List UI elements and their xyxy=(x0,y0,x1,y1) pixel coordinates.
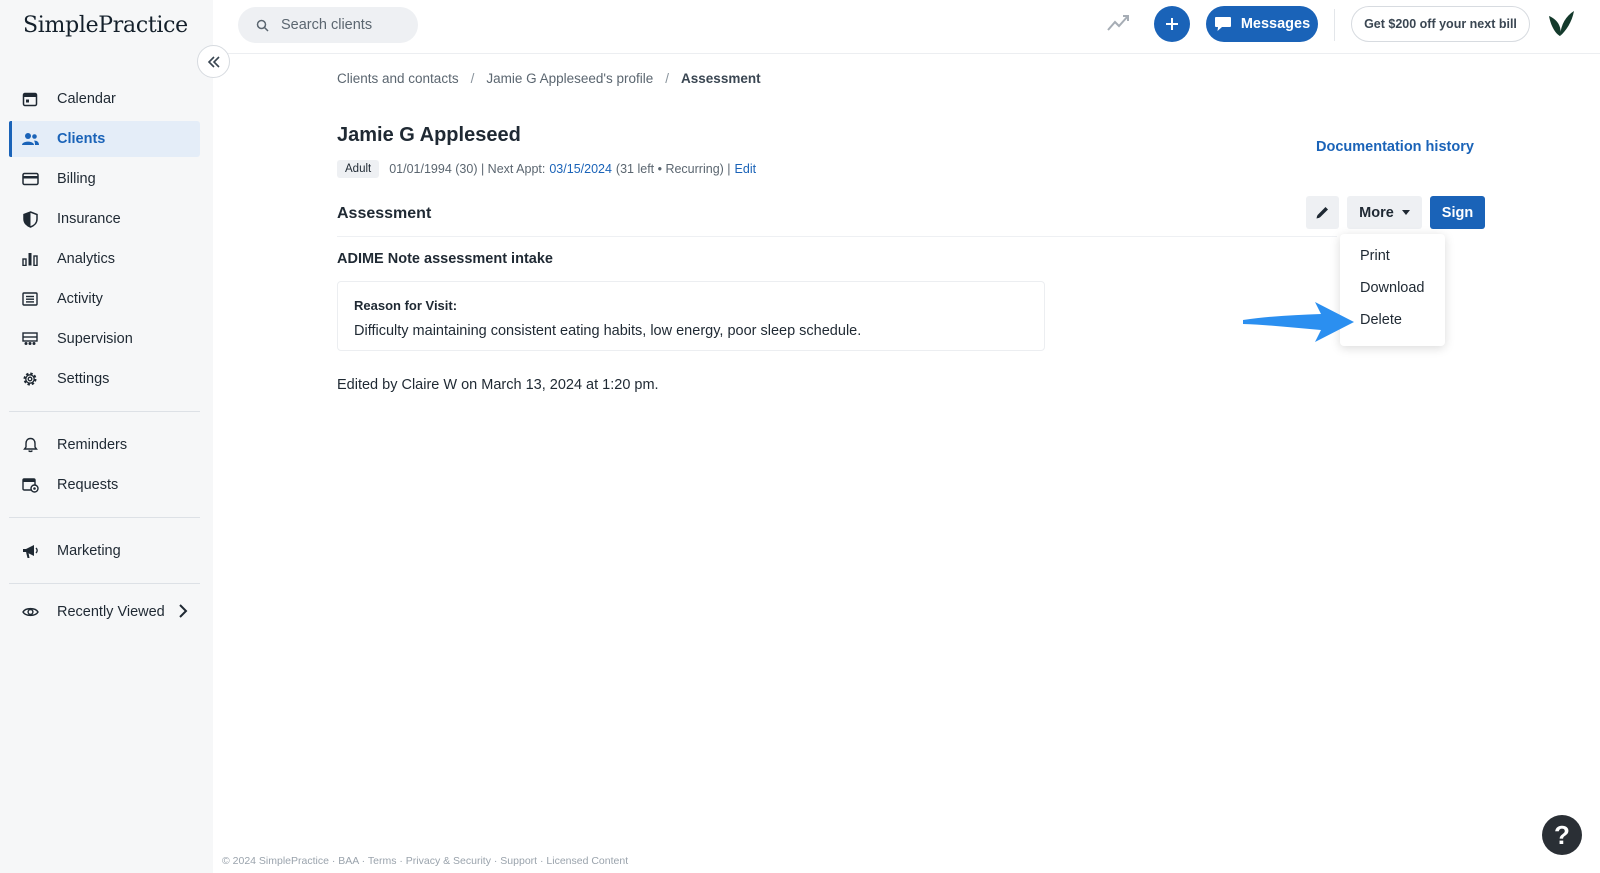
menu-item-print[interactable]: Print xyxy=(1340,240,1445,272)
search-icon xyxy=(256,19,269,32)
sidebar-item-analytics[interactable]: Analytics xyxy=(9,241,200,277)
sidebar-item-label: Insurance xyxy=(57,211,121,227)
plus-icon xyxy=(1165,17,1179,31)
page-title: Jamie G Appleseed xyxy=(337,124,521,146)
search-placeholder: Search clients xyxy=(281,17,373,33)
more-dropdown-button[interactable]: More xyxy=(1347,196,1422,229)
sidebar-divider xyxy=(9,517,200,518)
sign-button[interactable]: Sign xyxy=(1430,196,1485,229)
sidebar-item-label: Marketing xyxy=(57,543,121,559)
sidebar-item-reminders[interactable]: Reminders xyxy=(9,427,200,463)
promo-button[interactable]: Get $200 off your next bill xyxy=(1351,6,1530,42)
note-card: Reason for Visit: Difficulty maintaining… xyxy=(337,281,1045,351)
client-meta: Adult 01/01/1994 (30) | Next Appt: 03/15… xyxy=(337,160,756,178)
sidebar-item-activity[interactable]: Activity xyxy=(9,281,200,317)
messages-label: Messages xyxy=(1240,16,1311,32)
breadcrumb-current: Assessment xyxy=(681,71,761,86)
app-logo[interactable]: SimplePractice xyxy=(23,13,188,38)
breadcrumb-client-profile[interactable]: Jamie G Appleseed's profile xyxy=(486,71,653,86)
double-chevron-left-icon xyxy=(207,55,221,68)
top-bar: Search clients Messages Get $200 off you… xyxy=(213,0,1600,54)
breadcrumb-clients-and-contacts[interactable]: Clients and contacts xyxy=(337,71,459,86)
sidebar-divider xyxy=(9,411,200,412)
megaphone-icon xyxy=(21,542,39,560)
sidebar-item-requests[interactable]: Requests xyxy=(9,467,200,503)
calendar-request-icon xyxy=(21,476,39,494)
client-dob-text: 01/01/1994 (30) | Next Appt: xyxy=(389,162,546,176)
sidebar-item-insurance[interactable]: Insurance xyxy=(9,201,200,237)
sidebar-item-calendar[interactable]: Calendar xyxy=(9,81,200,117)
list-icon xyxy=(21,290,39,308)
sidebar-item-label: Billing xyxy=(57,171,96,187)
sidebar-item-clients[interactable]: Clients xyxy=(9,121,200,157)
sidebar-item-label: Reminders xyxy=(57,437,128,453)
breadcrumb: Clients and contacts / Jamie G Appleseed… xyxy=(337,71,761,86)
calendar-icon xyxy=(21,90,39,108)
sidebar-item-settings[interactable]: Settings xyxy=(9,361,200,397)
appointment-detail: (31 left • Recurring) | xyxy=(615,162,731,176)
annotation-arrow-icon xyxy=(1241,300,1356,349)
sidebar-item-label: Activity xyxy=(57,291,103,307)
topbar-divider xyxy=(1334,9,1335,41)
reason-for-visit-label: Reason for Visit: xyxy=(354,298,458,313)
note-title: ADIME Note assessment intake xyxy=(337,251,553,267)
supervision-icon xyxy=(21,330,39,348)
sidebar-item-label: Recently Viewed xyxy=(57,604,165,620)
bell-icon xyxy=(21,436,39,454)
sidebar-divider xyxy=(9,583,200,584)
sidebar: SimplePractice Calendar Clients Billing … xyxy=(0,0,213,873)
client-type-badge: Adult xyxy=(337,160,380,178)
chat-bubble-icon xyxy=(1214,16,1232,32)
sidebar-item-billing[interactable]: Billing xyxy=(9,161,200,197)
shield-icon xyxy=(21,210,39,228)
add-new-button[interactable] xyxy=(1154,6,1190,42)
sidebar-item-label: Supervision xyxy=(57,331,133,347)
sidebar-item-label: Analytics xyxy=(57,251,116,267)
users-icon xyxy=(21,130,39,148)
sidebar-item-label: Requests xyxy=(57,477,119,493)
more-label: More xyxy=(1359,204,1394,221)
gear-icon xyxy=(21,370,39,388)
footer-links[interactable]: © 2024 SimplePractice · BAA · Terms · Pr… xyxy=(222,855,628,867)
next-appointment-link[interactable]: 03/15/2024 xyxy=(549,162,612,176)
sidebar-item-recently-viewed[interactable]: Recently Viewed xyxy=(9,594,200,630)
help-button[interactable]: ? xyxy=(1542,815,1582,855)
documentation-history-link[interactable]: Documentation history xyxy=(1316,139,1474,155)
section-title: Assessment xyxy=(337,205,432,222)
edit-client-link[interactable]: Edit xyxy=(735,162,757,176)
bar-chart-icon xyxy=(21,250,39,268)
sidebar-item-label: Settings xyxy=(57,371,110,387)
sidebar-item-label: Calendar xyxy=(57,91,116,107)
reason-for-visit-value: Difficulty maintaining consistent eating… xyxy=(354,323,862,339)
pencil-icon xyxy=(1315,205,1330,220)
eye-icon xyxy=(21,603,39,621)
sidebar-item-label: Clients xyxy=(57,131,106,147)
search-input[interactable]: Search clients xyxy=(238,7,418,43)
credit-card-icon xyxy=(21,170,39,188)
caret-down-icon xyxy=(1401,210,1410,215)
section-divider xyxy=(337,236,1337,237)
sidebar-item-supervision[interactable]: Supervision xyxy=(9,321,200,357)
chevron-right-icon xyxy=(178,603,188,623)
breadcrumb-separator: / xyxy=(665,71,670,86)
breadcrumb-separator: / xyxy=(470,71,475,86)
brand-leaf-icon[interactable] xyxy=(1546,9,1576,44)
edited-by-text: Edited by Claire W on March 13, 2024 at … xyxy=(337,377,659,393)
collapse-sidebar-button[interactable] xyxy=(197,45,230,78)
edit-note-button[interactable] xyxy=(1306,196,1339,229)
sidebar-item-marketing[interactable]: Marketing xyxy=(9,533,200,569)
messages-button[interactable]: Messages xyxy=(1206,6,1318,42)
trend-line-icon[interactable] xyxy=(1107,14,1129,37)
